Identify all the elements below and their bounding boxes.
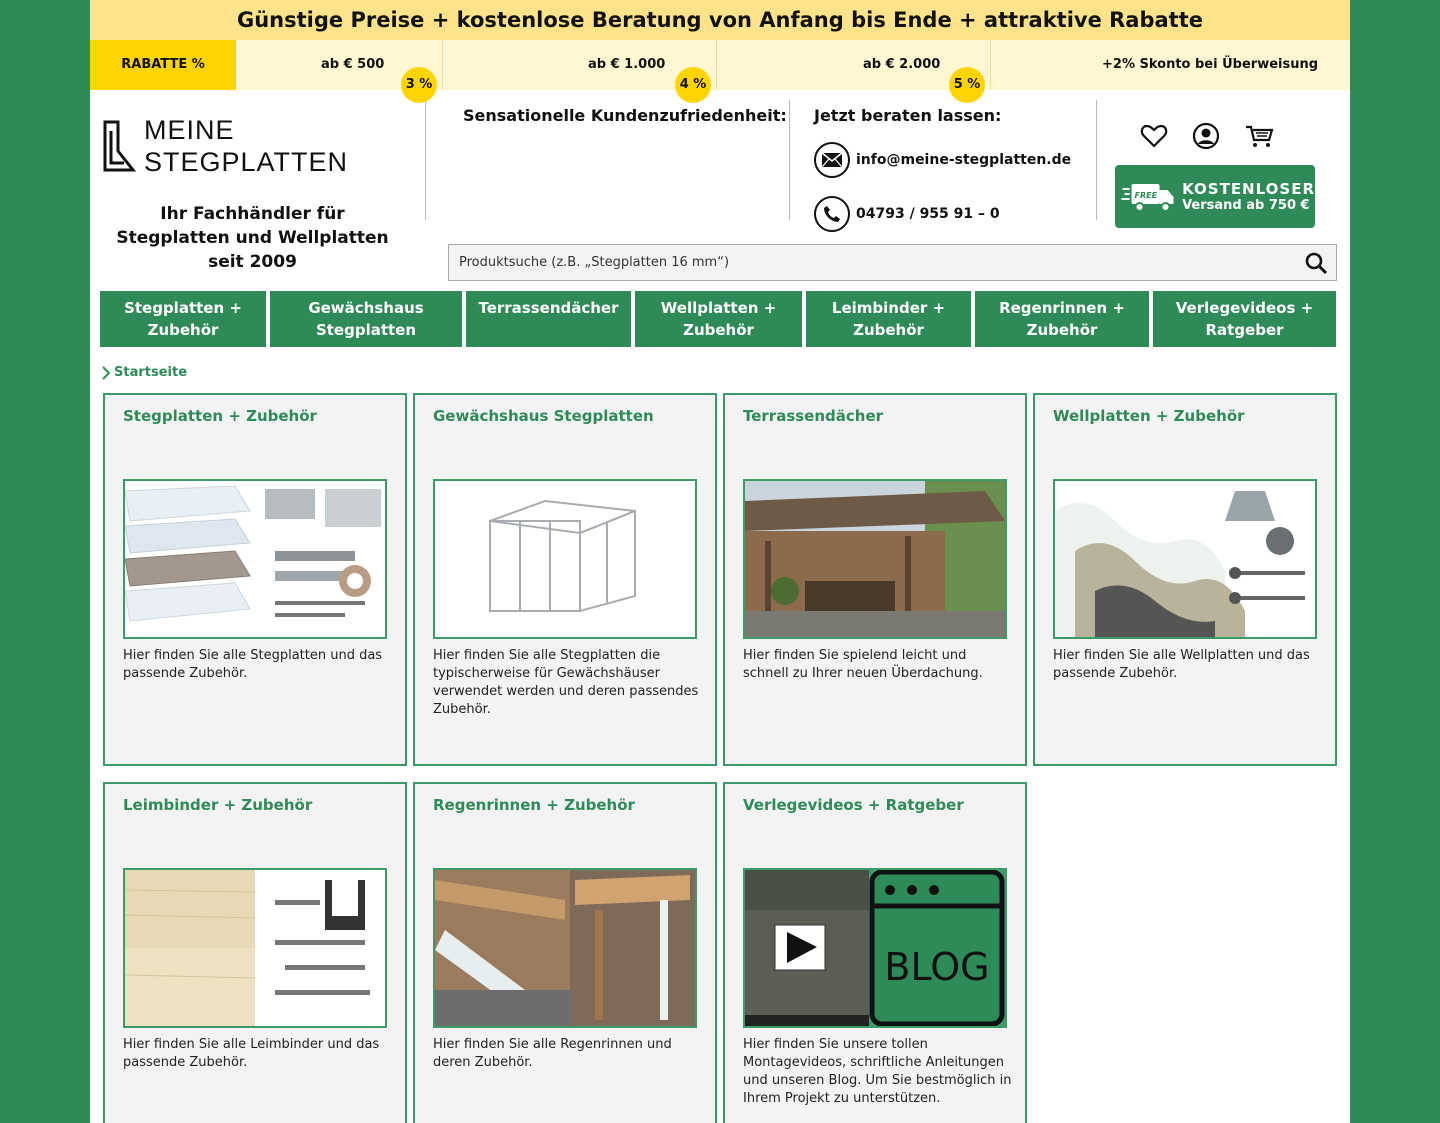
mail-icon (814, 142, 850, 178)
card-image-gewaechshaus[interactable] (433, 479, 697, 639)
page: Günstige Preise + kostenlose Beratung vo… (90, 0, 1350, 1123)
discount-badge-3: 5 % (949, 67, 985, 103)
breadcrumb-home[interactable]: Startseite (114, 365, 187, 380)
card-description: Hier finden Sie alle Stegplatten und das… (123, 648, 383, 681)
tagline: Ihr Fachhändler für Stegplatten und Well… (116, 204, 389, 272)
phone-text: 04793 / 955 91 – 0 (856, 206, 1000, 222)
shipping-title: KOSTENLOSER (1182, 180, 1315, 198)
card-image-regenrinnen[interactable] (433, 868, 697, 1028)
blog-label: BLOG (884, 945, 989, 989)
card-title[interactable]: Verlegevideos + Ratgeber (743, 796, 964, 814)
discount-bar: RABATTE % ab € 500 ab € 1.000 ab € 2.000… (90, 40, 1350, 103)
card-image-leimbinder[interactable] (123, 868, 387, 1028)
divider (1096, 100, 1097, 220)
search-bar (448, 244, 1337, 281)
phone-link[interactable]: 04793 / 955 91 – 0 (814, 196, 1000, 232)
divider (789, 100, 790, 220)
nav-terrassendaecher[interactable]: Terrassendächer (466, 291, 631, 347)
logo-mark-icon (103, 120, 136, 172)
heart-icon[interactable] (1140, 122, 1170, 152)
free-shipping-badge: FREE KOSTENLOSER Versand ab 750 € (1115, 165, 1315, 228)
cart-icon[interactable] (1244, 122, 1274, 152)
divider (425, 100, 426, 220)
card-title[interactable]: Gewächshaus Stegplatten (433, 407, 654, 425)
card-image-wellplatten[interactable] (1053, 479, 1317, 639)
nav-gewaechshaus[interactable]: Gewächshaus Stegplatten (270, 291, 462, 347)
logo[interactable]: MEINE STEGPLATTEN (102, 114, 348, 178)
header: MEINE STEGPLATTEN Ihr Fachhändler für St… (90, 90, 1350, 290)
truck-label: FREE (1135, 191, 1158, 200)
account-icon[interactable] (1192, 122, 1222, 152)
logo-line-2: STEGPLATTEN (144, 147, 349, 177)
logo-line-1: MEINE (144, 115, 235, 145)
nav-stegplatten[interactable]: Stegplatten + Zubehör (100, 291, 266, 347)
card-description: Hier finden Sie unsere tollen Montagevid… (743, 1037, 1012, 1106)
search-input[interactable] (449, 255, 1296, 270)
consult-heading: Jetzt beraten lassen: (814, 106, 1002, 125)
category-card-leimbinder[interactable]: Leimbinder + Zubehör Hier finden Sie all… (103, 782, 407, 1123)
category-card-wellplatten[interactable]: Wellplatten + Zubehör Hier finden Sie al… (1033, 393, 1337, 766)
discount-badge-2: 4 % (675, 67, 711, 103)
card-image-verlegevideos[interactable]: BLOG (743, 868, 1007, 1028)
shipping-subtitle: Versand ab 750 € (1182, 198, 1310, 213)
card-description: Hier finden Sie alle Stegplatten die typ… (433, 648, 699, 717)
breadcrumb: Startseite (102, 365, 187, 380)
search-button[interactable] (1296, 245, 1336, 280)
card-title[interactable]: Stegplatten + Zubehör (123, 407, 317, 425)
nav-wellplatten[interactable]: Wellplatten + Zubehör (635, 291, 802, 347)
card-description: Hier finden Sie alle Wellplatten und das… (1053, 648, 1310, 681)
search-icon (1305, 252, 1328, 274)
category-card-verlegevideos[interactable]: Verlegevideos + Ratgeber BLOG Hier finde… (723, 782, 1027, 1123)
skonto-cell: +2% Skonto bei Überweisung (1102, 57, 1319, 72)
phone-icon (814, 196, 850, 232)
discount-badge-1: 3 % (401, 67, 437, 103)
truck-icon: FREE (1121, 183, 1174, 212)
main-nav: Stegplatten + Zubehör Gewächshaus Stegpl… (100, 291, 1336, 347)
card-title[interactable]: Terrassendächer (743, 407, 883, 425)
chevron-right-icon (102, 365, 110, 380)
email-text: info@meine-stegplatten.de (856, 152, 1072, 168)
category-card-stegplatten[interactable]: Stegplatten + Zubehör Hier finden Sie al… (103, 393, 407, 766)
category-card-gewaechshaus[interactable]: Gewächshaus Stegplatten Hier finden Sie … (413, 393, 717, 766)
email-link[interactable]: info@meine-stegplatten.de (814, 142, 1071, 178)
card-title[interactable]: Regenrinnen + Zubehör (433, 796, 635, 814)
nav-leimbinder[interactable]: Leimbinder + Zubehör (806, 291, 971, 347)
nav-verlegevideos[interactable]: Verlegevideos + Ratgeber (1153, 291, 1336, 347)
satisfaction-heading: Sensationelle Kundenzufriedenheit: (463, 106, 787, 125)
nav-regenrinnen[interactable]: Regenrinnen + Zubehör (975, 291, 1149, 347)
card-description: Hier finden Sie alle Regenrinnen und der… (433, 1037, 672, 1070)
discount-label: RABATTE % (90, 40, 236, 90)
category-card-regenrinnen[interactable]: Regenrinnen + Zubehör Hier finden Sie al… (413, 782, 717, 1123)
card-image-stegplatten[interactable] (123, 479, 387, 639)
category-card-terrassendaecher[interactable]: Terrassendächer Hier finden Sie spielend… (723, 393, 1027, 766)
card-image-terrassendaecher[interactable] (743, 479, 1007, 639)
card-title[interactable]: Leimbinder + Zubehör (123, 796, 312, 814)
card-description: Hier finden Sie spielend leicht und schn… (743, 648, 983, 681)
card-description: Hier finden Sie alle Leimbinder und das … (123, 1037, 380, 1070)
card-title[interactable]: Wellplatten + Zubehör (1053, 407, 1245, 425)
header-icons (1140, 122, 1274, 152)
promo-banner: Günstige Preise + kostenlose Beratung vo… (90, 0, 1350, 40)
